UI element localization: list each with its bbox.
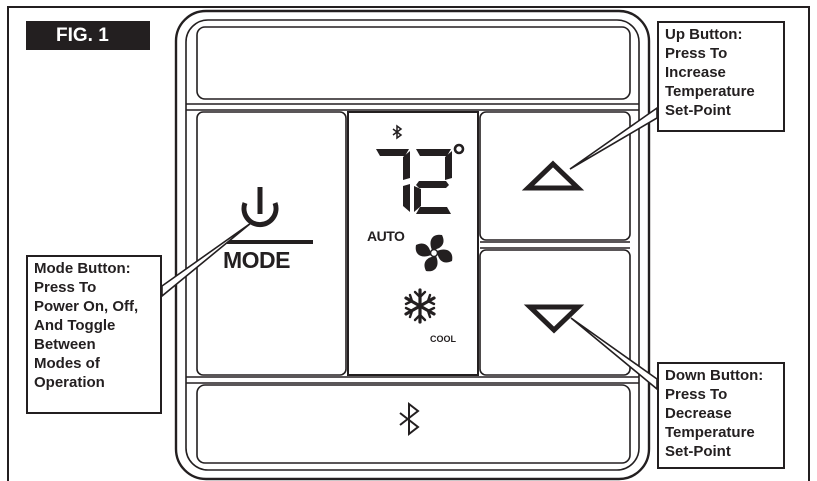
callout-line: Press To xyxy=(34,279,97,296)
mode-button-callout: Mode Button: Press To Power On, Off, And… xyxy=(26,255,162,414)
callout-line: Modes of xyxy=(34,355,100,372)
callout-line: Up Button: xyxy=(665,26,743,43)
callout-line: Press To xyxy=(665,45,728,62)
callout-line: Set-Point xyxy=(665,443,731,460)
callout-line: Operation xyxy=(34,374,105,391)
callout-line: Down Button: xyxy=(665,367,764,384)
callout-line: And Toggle xyxy=(34,317,116,334)
cool-mode-label: COOL xyxy=(430,334,456,344)
up-button-callout: Up Button: Press To Increase Temperature… xyxy=(657,21,785,132)
callout-line: Mode Button: xyxy=(34,260,131,277)
down-button[interactable] xyxy=(515,290,590,350)
callout-line: Temperature xyxy=(665,424,755,441)
callout-line: Set-Point xyxy=(665,102,731,119)
callout-line: Press To xyxy=(665,386,728,403)
callout-line: Temperature xyxy=(665,83,755,100)
bluetooth-button[interactable] xyxy=(390,398,430,438)
callout-line: Decrease xyxy=(665,405,732,422)
callout-line: Between xyxy=(34,336,96,353)
callout-line: Power On, Off, xyxy=(34,298,139,315)
figure-label: FIG. 1 xyxy=(26,21,150,50)
down-button-callout: Down Button: Press To Decrease Temperatu… xyxy=(657,362,785,469)
figure: FIG. 1 MODE AUTO COOL Up Button: Press T… xyxy=(0,0,817,481)
up-button[interactable] xyxy=(515,145,590,205)
fan-auto-label: AUTO xyxy=(367,228,405,244)
callout-line: Increase xyxy=(665,64,726,81)
mode-button[interactable] xyxy=(200,180,330,280)
